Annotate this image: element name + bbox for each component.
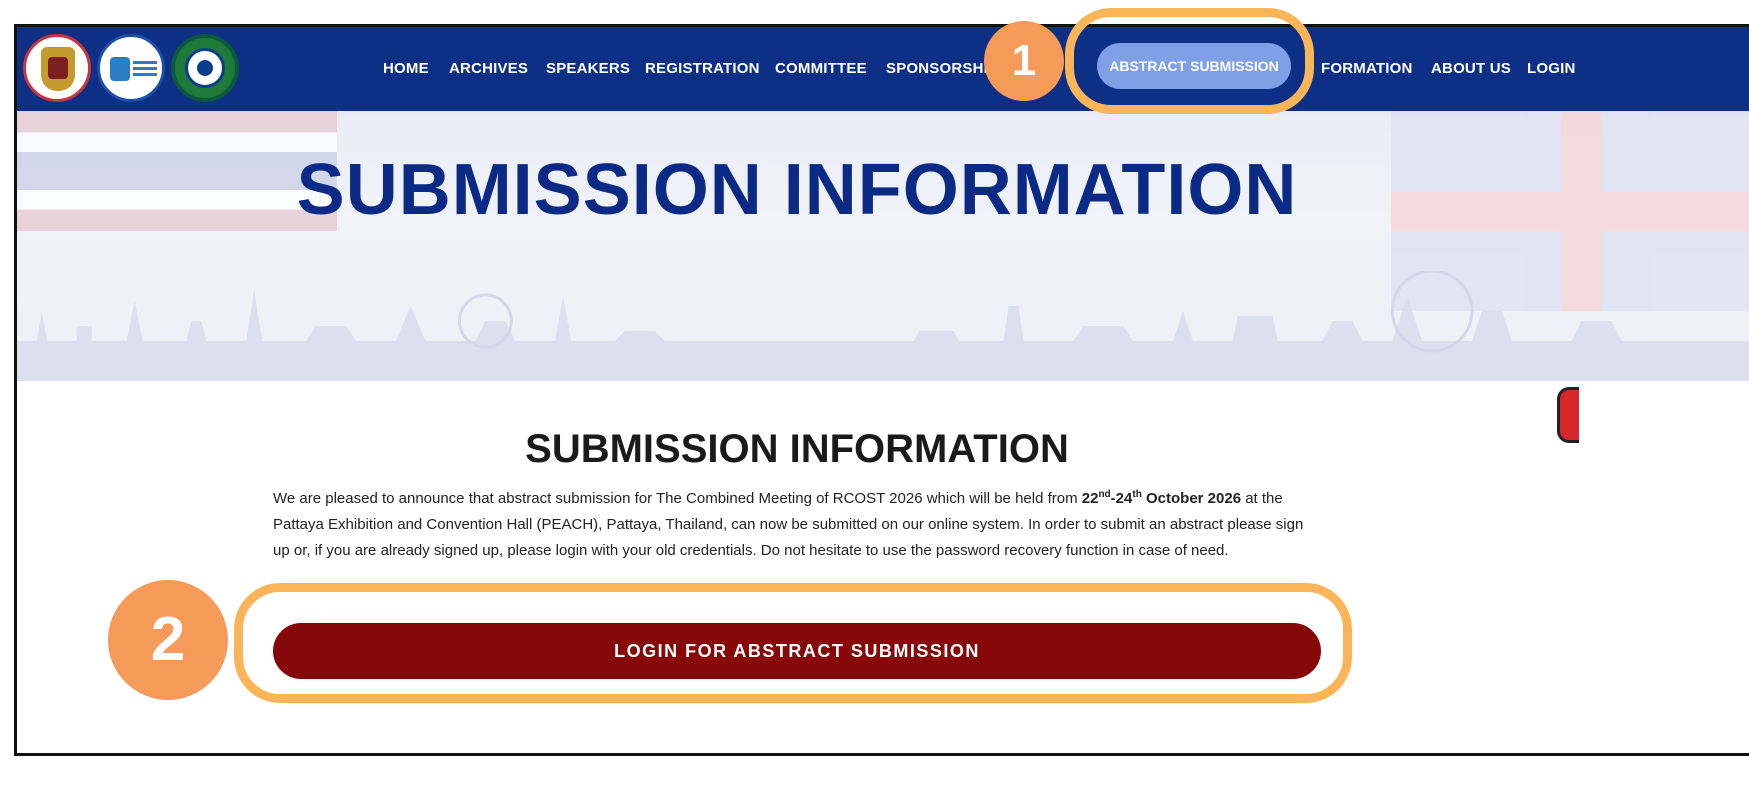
nav-archives[interactable]: ARCHIVES bbox=[449, 27, 528, 111]
intro-paragraph: We are pleased to announce that abstract… bbox=[273, 482, 1323, 584]
step-badge-2: 2 bbox=[108, 580, 228, 700]
browser-viewport: HOME ARCHIVES SPEAKERS REGISTRATION COMM… bbox=[14, 24, 1749, 756]
section-title: SUBMISSION INFORMATION bbox=[525, 427, 1069, 471]
nav-abstract-submission[interactable]: ABSTRACT SUBMISSION bbox=[1097, 43, 1291, 89]
nav-sponsorship[interactable]: SPONSORSHIP bbox=[886, 27, 990, 111]
boa-logo[interactable] bbox=[97, 34, 165, 102]
nav-login[interactable]: LOGIN bbox=[1527, 27, 1576, 111]
nav-about-us[interactable]: ABOUT US bbox=[1431, 27, 1511, 111]
login-abstract-submission-button[interactable]: LOGIN FOR ABSTRACT SUBMISSION bbox=[273, 623, 1321, 679]
date-range: 22nd-24th October 2026 bbox=[1081, 489, 1242, 507]
intro-text-1: We are pleased to announce that abstract… bbox=[273, 490, 1082, 507]
city-skyline-graphic bbox=[17, 271, 1749, 381]
top-navbar: HOME ARCHIVES SPEAKERS REGISTRATION COMM… bbox=[17, 27, 1749, 111]
nav-home[interactable]: HOME bbox=[383, 27, 429, 111]
side-tab-widget[interactable] bbox=[1557, 387, 1579, 443]
crest-center bbox=[48, 57, 68, 79]
hero-title: SUBMISSION INFORMATION bbox=[296, 150, 1298, 230]
date-sep: -24 bbox=[1110, 490, 1133, 507]
date-start: 22 bbox=[1081, 490, 1099, 507]
nav-speakers[interactable]: SPEAKERS bbox=[546, 27, 630, 111]
boa-text-lines bbox=[133, 61, 157, 64]
nav-committee[interactable]: COMMITTEE bbox=[775, 27, 867, 111]
nav-information[interactable]: FORMATION bbox=[1321, 27, 1413, 111]
seal-center bbox=[197, 60, 213, 76]
rcost-logo[interactable] bbox=[23, 34, 91, 102]
nav-registration[interactable]: REGISTRATION bbox=[645, 27, 760, 111]
step-badge-1: 1 bbox=[984, 21, 1064, 101]
date-start-sup: nd bbox=[1098, 489, 1111, 500]
boa-shield-icon bbox=[110, 57, 130, 81]
date-end-sup: th bbox=[1132, 489, 1142, 500]
date-month: October 2026 bbox=[1145, 490, 1242, 507]
hero-banner: SUBMISSION INFORMATION bbox=[17, 111, 1749, 381]
association-logo[interactable] bbox=[171, 34, 239, 102]
